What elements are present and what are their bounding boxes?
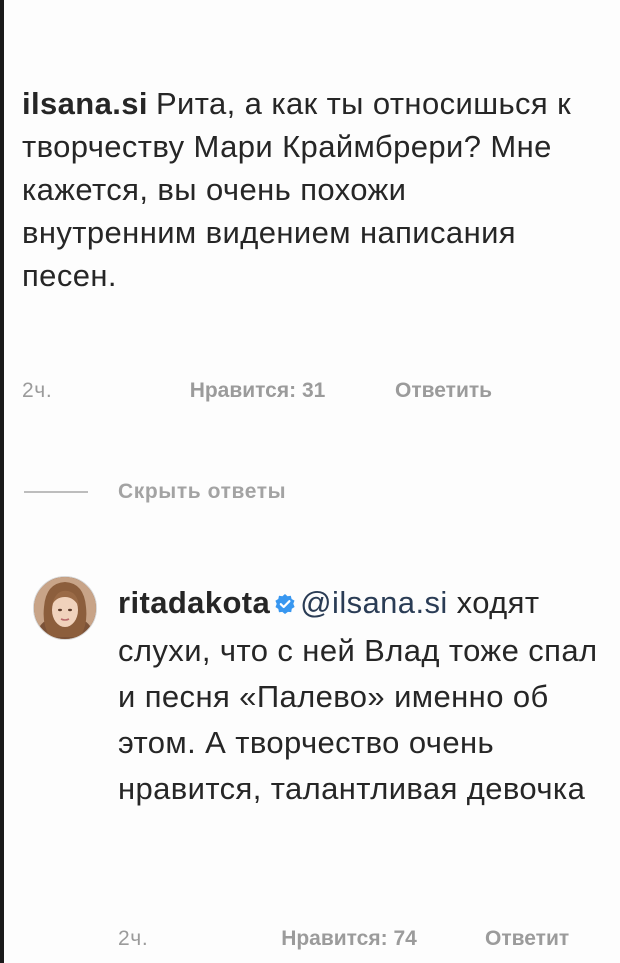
comment-likes-button[interactable]: Нравится: 31 [120, 379, 395, 403]
comment: ilsana.si Рита, а как ты относишься к тво… [22, 82, 582, 297]
comment-time: 2ч. [22, 379, 53, 402]
reply-time: 2ч. [118, 927, 149, 950]
avatar-image [34, 577, 96, 639]
comment-username[interactable]: ilsana.si [22, 86, 148, 121]
reply-meta: 2ч. Нравится: 74 Ответит [118, 927, 569, 951]
reply-username[interactable]: ritadakota [118, 585, 270, 620]
replies-divider-line [24, 491, 88, 493]
reply-comment: ritadakota @ilsana.si ходят слухи, что с … [118, 580, 608, 812]
avatar[interactable] [33, 576, 97, 640]
hide-replies-toggle[interactable]: Скрыть ответы [24, 480, 286, 504]
reply-reply-button[interactable]: Ответит [485, 927, 569, 951]
hide-replies-label[interactable]: Скрыть ответы [118, 480, 286, 504]
reply-body: ritadakota @ilsana.si ходят слухи, что с … [118, 580, 608, 812]
reply-likes-button[interactable]: Нравится: 74 [213, 927, 485, 951]
window-edge [0, 0, 4, 963]
comment-body: ilsana.si Рита, а как ты относишься к тво… [22, 82, 582, 297]
comment-reply-button[interactable]: Ответить [395, 379, 492, 403]
reply-mention-link[interactable]: @ilsana.si [300, 585, 447, 620]
comment-meta: 2ч. Нравится: 31 Ответить [22, 379, 492, 403]
verified-badge-icon [274, 582, 296, 628]
